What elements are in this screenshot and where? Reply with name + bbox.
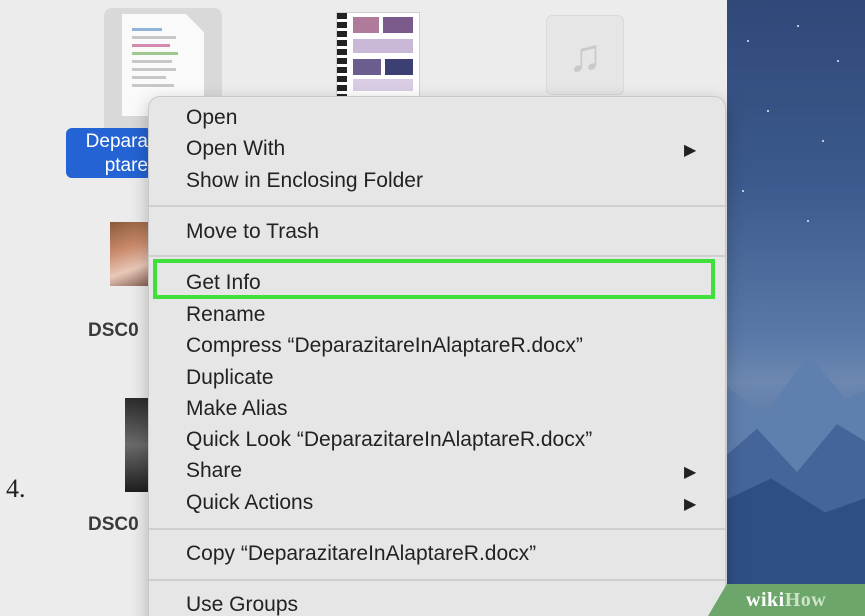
photo-tile [353,79,413,91]
file-label-line1: Depara [85,131,148,152]
star [807,220,809,222]
star [747,40,749,42]
star [742,190,744,192]
menu-item-move-to-trash[interactable]: Move to Trash [186,220,319,244]
menu-item-quick-look[interactable]: Quick Look “DeparazitareInAlaptareR.docx… [186,428,592,452]
film-strip [337,13,347,97]
menu-item-rename[interactable]: Rename [186,303,265,327]
watermark-wiki: wiki [746,589,785,611]
menu-item-open[interactable]: Open [186,106,237,130]
menu-separator [149,205,725,207]
star [822,140,824,142]
menu-item-share[interactable]: Share [186,459,242,483]
photo-file-icon[interactable] [336,12,420,98]
menu-item-open-with[interactable]: Open With [186,137,285,161]
menu-item-use-groups[interactable]: Use Groups [186,593,298,616]
star [837,60,839,62]
menu-item-make-alias[interactable]: Make Alias [186,397,288,421]
doc-line [132,36,176,39]
file-label-line2: ptare [104,155,148,176]
star [797,25,799,27]
photo-thumbnail-1[interactable] [110,222,152,286]
photo-tile [385,59,413,75]
doc-line [132,60,172,63]
photo-tile [353,39,413,53]
desktop-wallpaper [727,0,865,616]
file-label-dsc-1: DSC0 [88,320,139,341]
menu-separator [149,255,725,257]
star [767,110,769,112]
menu-item-duplicate[interactable]: Duplicate [186,366,274,390]
music-glyph: ♫ [567,29,603,81]
doc-line [132,44,170,47]
file-label-dsc-2: DSC0 [88,514,139,535]
get-info-highlight-box [153,259,715,299]
selected-file-label[interactable]: Depara ptare [66,128,152,178]
submenu-arrow-icon: ▶ [684,496,697,513]
menu-item-quick-actions[interactable]: Quick Actions [186,491,313,515]
photo-tile [353,59,381,75]
menu-separator [149,528,725,530]
doc-line [132,52,178,55]
doc-line [132,68,176,71]
doc-line [132,84,174,87]
music-note-icon[interactable]: ♫ [546,15,624,95]
menu-item-show-in-enclosing-folder[interactable]: Show in Enclosing Folder [186,169,423,193]
watermark-how: How [784,589,827,611]
menu-separator [149,579,725,581]
doc-line [132,76,166,79]
context-menu: Open Open With ▶ Show in Enclosing Folde… [148,96,726,616]
photo-tile [383,17,413,33]
doc-line [132,28,162,31]
submenu-arrow-icon: ▶ [684,464,697,481]
wikihow-watermark-logo: wikiHow [708,584,865,616]
menu-item-compress[interactable]: Compress “DeparazitareInAlaptareR.docx” [186,334,583,358]
menu-item-copy[interactable]: Copy “DeparazitareInAlaptareR.docx” [186,542,536,566]
step-number: 4. [6,474,26,503]
photo-tile [353,17,379,33]
submenu-arrow-icon: ▶ [684,142,697,159]
screen: Depara ptare ♫ DSC0 DSC0 4. Open Open Wi… [0,0,865,616]
